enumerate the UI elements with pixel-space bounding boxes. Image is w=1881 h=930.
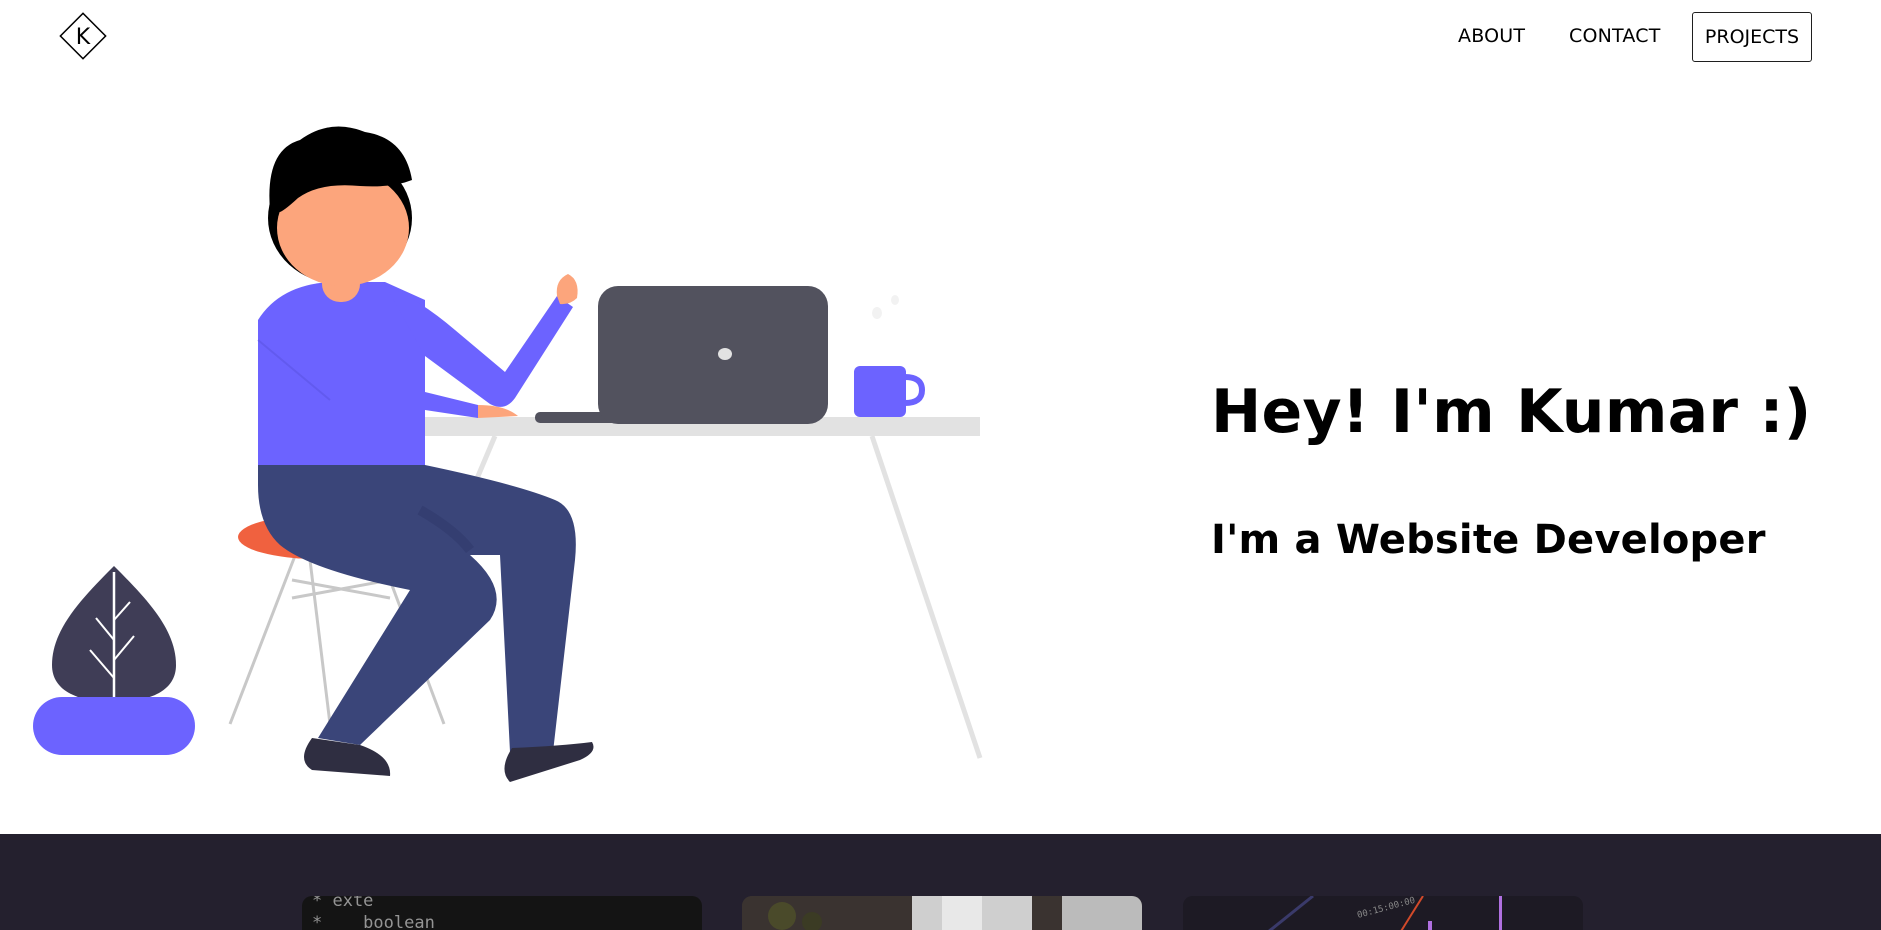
site-header: K ABOUT CONTACT PROJECTS [0,0,1881,80]
mug [854,295,926,417]
logo-icon: K [59,12,107,60]
hero-title: Hey! I'm Kumar :) [1211,377,1812,447]
logo-letter: K [76,25,91,50]
nav-about-link[interactable]: ABOUT [1458,25,1525,47]
plant [33,566,195,755]
nav-projects-button[interactable]: PROJECTS [1692,12,1812,62]
desk-photo-image [742,896,1142,930]
logo-link[interactable]: K [54,7,112,65]
laptop [535,286,828,424]
projects-section: * exte * boolean 00:15:00:00 [0,834,1881,930]
video-editor-image: 00:15:00:00 [1183,896,1583,930]
project-card-video[interactable]: 00:15:00:00 [1183,896,1583,930]
person [257,126,594,782]
hero-illustration [33,126,983,782]
project-card-photo[interactable] [742,896,1142,930]
card-code-snippet: * exte * boolean [312,896,435,930]
hero-subtitle: I'm a Website Developer [1211,517,1766,563]
nav-contact-link[interactable]: CONTACT [1569,25,1661,47]
project-card-code[interactable]: * exte * boolean [302,896,702,930]
